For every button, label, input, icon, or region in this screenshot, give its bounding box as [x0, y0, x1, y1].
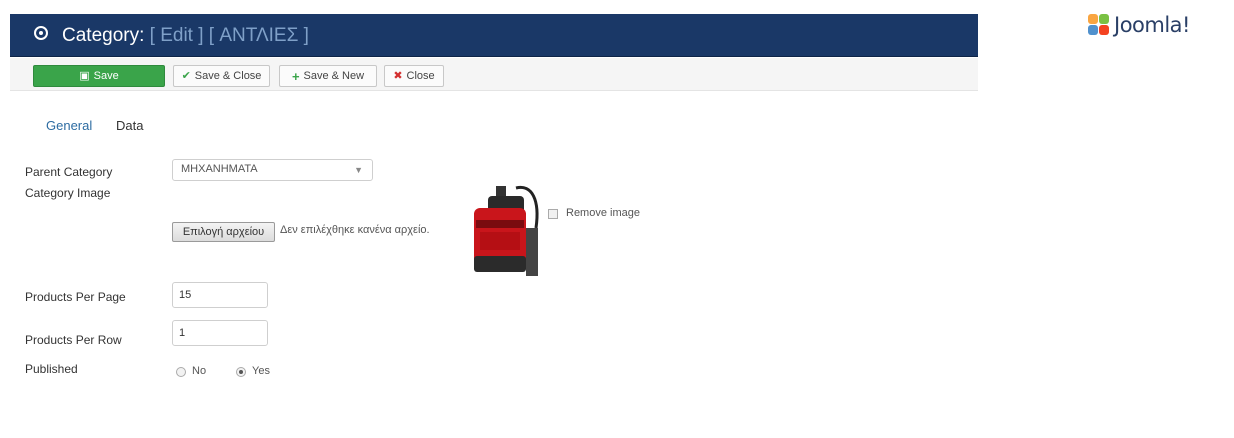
parent-category-value: ΜΗΧΑΝΗΜΑΤΑ: [181, 163, 258, 175]
published-yes-radio[interactable]: [236, 367, 246, 377]
parent-category-select[interactable]: ΜΗΧΑΝΗΜΑΤΑ ▼: [172, 159, 373, 181]
published-no-label: No: [192, 365, 207, 377]
save-new-button[interactable]: + Save & New: [279, 65, 377, 87]
page-title: Category: [ Edit ] [ ΑΝΤΛΙΕΣ ]: [62, 25, 309, 47]
close-label: Close: [406, 70, 435, 82]
parent-category-label: Parent Category: [25, 165, 113, 179]
target-icon: [34, 26, 48, 40]
products-per-row-input[interactable]: [172, 320, 268, 346]
category-image-label: Category Image: [25, 186, 111, 200]
joomla-logo[interactable]: Joomla!: [1088, 10, 1190, 40]
remove-image-checkbox[interactable]: [548, 209, 558, 219]
chevron-down-icon: ▼: [354, 165, 363, 175]
close-button[interactable]: ✖ Close: [384, 65, 444, 87]
title-detail: [ Edit ] [ ΑΝΤΛΙΕΣ ]: [149, 25, 309, 46]
page-header: Category: [ Edit ] [ ΑΝΤΛΙΕΣ ]: [10, 14, 978, 57]
save-close-label: Save & Close: [194, 70, 262, 82]
choose-file-button[interactable]: Επιλογή αρχείου: [172, 222, 275, 242]
plus-icon: +: [291, 68, 300, 84]
tab-general[interactable]: General: [46, 118, 92, 133]
products-per-page-input[interactable]: [172, 282, 268, 308]
category-image-preview: [474, 185, 539, 276]
published-yes-label: Yes: [252, 365, 270, 377]
tab-data[interactable]: Data: [116, 118, 143, 133]
toolbar: ▣ Save ✔ Save & Close + Save & New ✖ Clo…: [10, 58, 978, 91]
save-icon: ▣: [79, 69, 90, 82]
file-status-text: Δεν επιλέχθηκε κανένα αρχείο.: [280, 224, 430, 236]
save-new-label: Save & New: [303, 70, 365, 82]
published-no-radio[interactable]: [176, 367, 186, 377]
check-icon: ✔: [181, 69, 191, 82]
joomla-logo-icon: [1088, 14, 1110, 36]
save-close-button[interactable]: ✔ Save & Close: [173, 65, 270, 87]
products-per-row-label: Products Per Row: [25, 333, 122, 347]
logo-text: Joomla!: [1114, 13, 1190, 37]
close-icon: ✖: [393, 69, 403, 82]
products-per-page-label: Products Per Page: [25, 290, 126, 304]
save-label: Save: [93, 70, 119, 82]
remove-image-label: Remove image: [566, 207, 640, 219]
title-prefix: Category:: [62, 25, 145, 46]
save-button[interactable]: ▣ Save: [33, 65, 165, 87]
published-label: Published: [25, 362, 78, 376]
